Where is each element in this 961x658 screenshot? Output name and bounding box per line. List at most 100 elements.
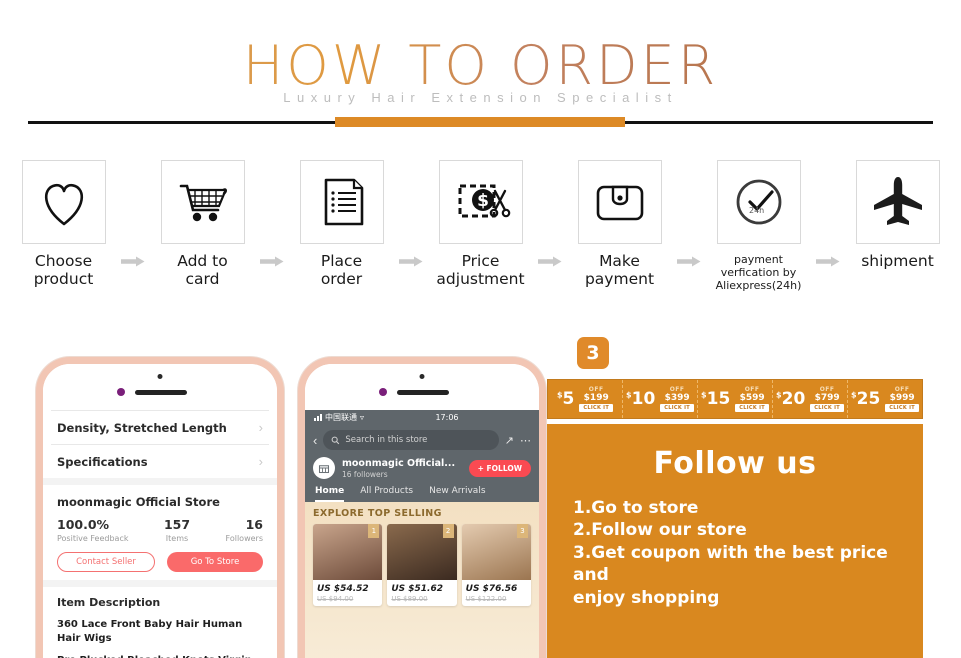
phone-mockups: Density, Stretched Length › Specificatio… (36, 357, 546, 658)
step-label: payment verfication by Aliexpress(24h) (715, 253, 802, 293)
arrow-right-icon (257, 160, 287, 267)
step-icon-box (577, 160, 662, 244)
document-icon (324, 178, 363, 226)
wifi-icon: ▿ (360, 413, 365, 422)
heart-icon (44, 183, 83, 226)
product-card[interactable]: 2 US $51.62 US $89.00 (387, 524, 457, 606)
contact-seller-button[interactable]: Contact Seller (57, 552, 155, 572)
phone-top-bezel (305, 364, 539, 410)
step-icon-box (21, 160, 106, 244)
coupon-15[interactable]: $15 OFF $599 CLICK IT (698, 380, 773, 418)
step-icon-box (160, 160, 245, 244)
product-thumbnail: 2 (387, 524, 457, 580)
stat-value: 16 (245, 517, 263, 532)
coupon-25[interactable]: $25 OFF $999 CLICK IT (848, 380, 922, 418)
coupon-amount: $15 (701, 390, 730, 408)
store-stats: 100.0% Positive Feedback 157 Items 16 Fo… (57, 517, 263, 543)
coupon-click-button[interactable]: CLICK IT (735, 403, 769, 412)
share-icon[interactable]: ↗ (505, 434, 514, 447)
store-tab-new-arrivals[interactable]: New Arrivals (429, 486, 485, 502)
store-tab-all-products[interactable]: All Products (360, 486, 413, 502)
coupon-click-button[interactable]: CLICK IT (810, 403, 844, 412)
coupon-off-label: OFF (819, 385, 835, 393)
coupon-detail: OFF $999 CLICK IT (885, 386, 919, 412)
order-step-5: Make payment (565, 160, 674, 289)
coupon-min-spend: $999 (889, 392, 915, 403)
row-label: Specifications (57, 454, 148, 469)
coupon-5[interactable]: $5 OFF $199 CLICK IT (548, 380, 623, 418)
follow-step-1: 1.Go to store (573, 498, 699, 518)
header-divider-accent (335, 117, 625, 127)
order-step-2: Add to card (148, 160, 257, 289)
order-step-6: 24h payment verfication by Aliexpress(24h… (704, 160, 813, 293)
svg-text:$: $ (477, 191, 489, 211)
step-label: Place order (320, 252, 363, 288)
step-label: Make payment (584, 252, 655, 288)
coupon-amount: $10 (626, 390, 655, 408)
step-icon-box (855, 160, 940, 244)
clock-check-icon: 24h (736, 179, 781, 225)
store-identity: moonmagic Official... 16 followers (342, 458, 455, 479)
camera-icon (419, 374, 425, 379)
product-card[interactable]: 3 US $76.56 US $122.00 (461, 524, 531, 606)
arrow-right-icon (396, 160, 426, 267)
back-icon[interactable]: ‹ (313, 433, 317, 448)
product-card-list: 1 US $54.52 US $94.00 2 US $51.62 US $89.00 3 U… (313, 524, 531, 606)
stat-label: Followers (225, 534, 263, 543)
product-row-density[interactable]: Density, Stretched Length › (43, 411, 277, 444)
go-to-store-button[interactable]: Go To Store (167, 552, 263, 572)
phone-mockup-store-page: 中国联通 ▿ 17:06 ‹ Search in this store ↗ ⋯ … (298, 357, 546, 658)
coupon-10[interactable]: $10 OFF $399 CLICK IT (623, 380, 698, 418)
coupon-min-spend: $799 (814, 392, 840, 403)
carrier-label: 中国联通 (325, 413, 357, 422)
arrow-right-icon (535, 160, 565, 267)
coupon-off-label: OFF (744, 385, 760, 393)
store-followers: 16 followers (342, 469, 388, 479)
store-icon (318, 465, 330, 474)
airplane-icon (873, 177, 922, 225)
more-icon[interactable]: ⋯ (520, 434, 531, 447)
follow-step-2: 2.Follow our store (573, 520, 747, 541)
coupon-20[interactable]: $20 OFF $799 CLICK IT (773, 380, 848, 418)
stat-value: 100.0% (57, 517, 110, 532)
product-row-specifications[interactable]: Specifications › (43, 445, 277, 478)
section-gap (43, 478, 277, 485)
search-input[interactable]: Search in this store (323, 430, 499, 450)
coupon-detail: OFF $399 CLICK IT (660, 386, 694, 412)
order-steps: Choose product Add to card Place order $ Pri… (0, 160, 961, 300)
item-description-text-secondary: Pre Plucked Bleached Knots Virgin Hair (57, 654, 263, 658)
signal-icon (314, 414, 322, 421)
follow-us-panel: Follow us 1.Go to store 2.Follow our stor… (547, 424, 923, 658)
coupon-amount: $5 (557, 388, 575, 409)
coupon-off-label: OFF (588, 385, 604, 393)
follow-us-title: Follow us (653, 446, 817, 481)
top-selling-section: EXPLORE TOP SELLING 1 US $54.52 US $94.00 2… (305, 502, 539, 658)
status-bar: 中国联通 ▿ 17:06 (305, 410, 539, 425)
product-card[interactable]: 1 US $54.52 US $94.00 (313, 524, 383, 606)
store-actions: Contact Seller Go To Store (57, 552, 263, 572)
coupon-amount-value: 5 (562, 388, 575, 409)
coupon-click-button[interactable]: CLICK IT (660, 403, 694, 412)
coupon-detail: OFF $199 CLICK IT (579, 385, 614, 412)
coupon-bar: $5 OFF $199 CLICK IT $10 OFF $399 CLICK IT $15 OF… (547, 379, 923, 419)
status-bar-left: 中国联通 ▿ (314, 412, 364, 423)
coupon-click-button[interactable]: CLICK IT (579, 403, 614, 412)
sensor-icon (117, 388, 125, 396)
order-step-3: Place order (287, 160, 396, 289)
section-title: EXPLORE TOP SELLING (313, 508, 442, 519)
stat-label: Positive Feedback (57, 534, 129, 543)
store-tab-home[interactable]: Home (315, 486, 345, 502)
product-old-price: US $122.00 (465, 595, 507, 603)
step-label: Choose product (33, 252, 94, 288)
stat-positive-feedback: 100.0% Positive Feedback (57, 517, 128, 543)
follow-us-steps: 1.Go to store 2.Follow our store 3.Get cou… (573, 497, 897, 609)
order-step-7: shipment (843, 160, 952, 271)
order-step-1: Choose product (9, 160, 118, 289)
order-step-4: $ Price adjustment (426, 160, 535, 289)
follow-button[interactable]: + FOLLOW (468, 459, 531, 477)
search-icon (331, 436, 340, 444)
phone-top-bezel (43, 364, 277, 410)
step-icon-box: $ (438, 160, 523, 244)
step-badge-3: 3 (577, 337, 609, 369)
coupon-click-button[interactable]: CLICK IT (885, 403, 919, 412)
